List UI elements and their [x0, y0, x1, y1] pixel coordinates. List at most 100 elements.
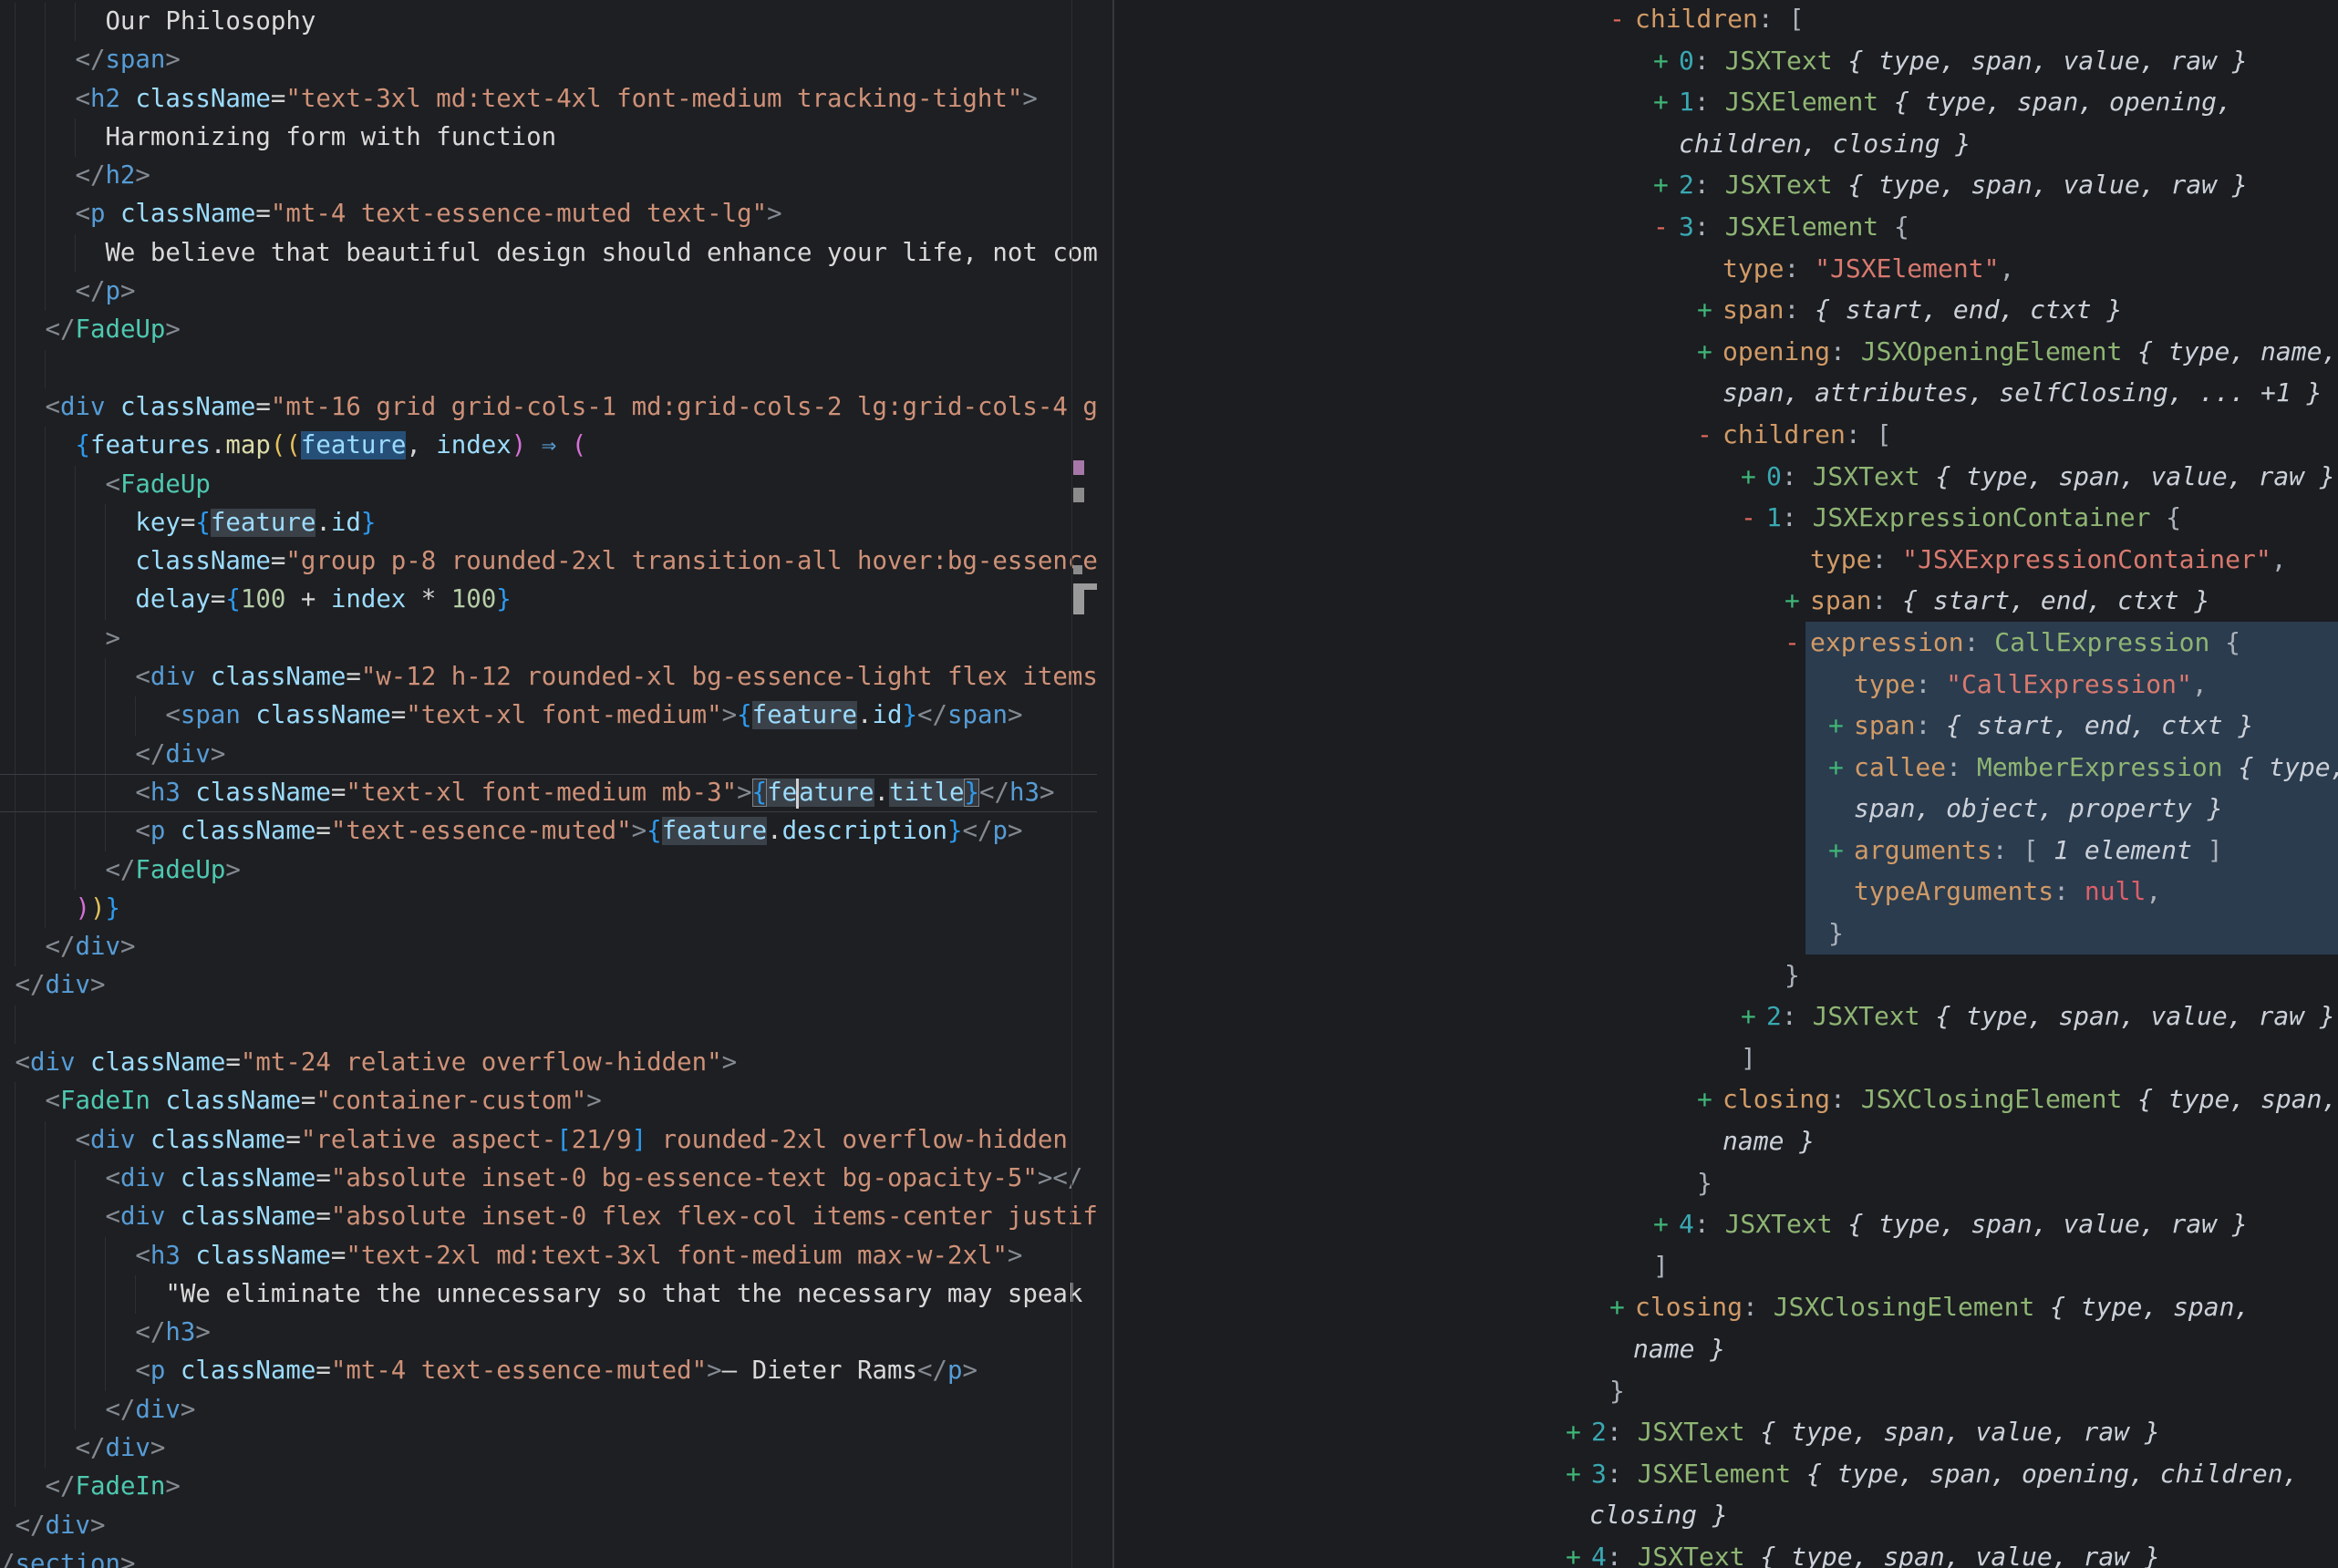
code-line[interactable]: <p className="mt-4 text-essence-muted">—… [0, 1352, 1097, 1390]
code-line[interactable]: </div> [0, 1391, 1097, 1429]
collapse-marker-icon[interactable]: - [1785, 622, 1810, 664]
ast-line[interactable]: +2: JSXText { type, span, value, raw } [1114, 164, 2338, 206]
expand-marker-icon[interactable]: + [1653, 1203, 1679, 1245]
code-line[interactable]: </div> [0, 966, 1097, 1005]
ast-line[interactable]: +arguments: [ 1 element ] [1114, 830, 2338, 872]
expand-marker-icon[interactable]: + [1697, 1078, 1722, 1120]
ast-line[interactable]: +1: JSXElement { type, span, opening, [1114, 81, 2338, 123]
ast-line[interactable]: type: "JSXElement", [1114, 248, 2338, 290]
ast-line[interactable]: type: "JSXExpressionContainer", [1114, 539, 2338, 581]
ast-line[interactable]: +0: JSXText { type, span, value, raw } [1114, 456, 2338, 498]
ast-line[interactable]: ] [1114, 1245, 2338, 1287]
ast-line[interactable]: -expression: CallExpression { [1114, 622, 2338, 664]
code-line[interactable]: <FadeIn className="container-custom"> [0, 1082, 1097, 1120]
code-line[interactable]: <div className="mt-16 grid grid-cols-1 m… [0, 388, 1097, 427]
ast-line[interactable]: +closing: JSXClosingElement { type, span… [1114, 1078, 2338, 1120]
ast-line[interactable]: +span: { start, end, ctxt } [1114, 289, 2338, 331]
code-line[interactable]: <div className="relative aspect-[21/9] r… [0, 1121, 1097, 1160]
ast-line[interactable]: } [1114, 1162, 2338, 1204]
code-line[interactable]: <div className="absolute inset-0 bg-esse… [0, 1160, 1097, 1198]
code-line[interactable]: "We eliminate the unnecessary so that th… [0, 1275, 1097, 1314]
ast-line[interactable]: } [1114, 1370, 2338, 1412]
code-line[interactable]: We believe that beautiful design should … [0, 234, 1097, 273]
code-line[interactable]: </p> [0, 273, 1097, 311]
code-line[interactable]: delay={100 + index * 100} [0, 581, 1097, 619]
code-line[interactable]: </div> [0, 736, 1097, 774]
code-line[interactable]: Harmonizing form with function [0, 119, 1097, 157]
code-line[interactable]: </div> [0, 1429, 1097, 1468]
code-line[interactable]: <div className="absolute inset-0 flex fl… [0, 1198, 1097, 1236]
ast-line[interactable]: +span: { start, end, ctxt } [1114, 705, 2338, 747]
ast-line[interactable]: typeArguments: null, [1114, 871, 2338, 913]
code-line[interactable]: > [0, 620, 1097, 658]
ast-line[interactable]: type: "CallExpression", [1114, 664, 2338, 706]
collapse-marker-icon[interactable]: - [1741, 497, 1766, 539]
ast-line[interactable]: +2: JSXText { type, span, value, raw } [1114, 995, 2338, 1037]
expand-marker-icon[interactable]: + [1741, 456, 1766, 498]
expand-marker-icon[interactable]: + [1653, 164, 1679, 206]
code-line[interactable]: </div> [0, 1507, 1097, 1545]
ast-line[interactable]: } [1114, 913, 2338, 954]
code-line[interactable]: </h3> [0, 1314, 1097, 1352]
scrollbar[interactable] [1071, 0, 1072, 1568]
ast-explorer-pane[interactable]: -children: [+0: JSXText { type, span, va… [1114, 0, 2338, 1568]
ast-line[interactable]: span, attributes, selfClosing, ... +1 } [1114, 372, 2338, 414]
code-line[interactable]: key={feature.id} [0, 504, 1097, 542]
expand-marker-icon[interactable]: + [1828, 830, 1854, 872]
ast-line[interactable]: +4: JSXText { type, span, value, raw } [1114, 1536, 2338, 1568]
code-line[interactable]: <div className="w-12 h-12 rounded-xl bg-… [0, 658, 1097, 696]
expand-marker-icon[interactable]: + [1697, 331, 1722, 373]
code-line[interactable]: ))} [0, 890, 1097, 928]
code-line[interactable]: </FadeUp> [0, 851, 1097, 890]
expand-marker-icon[interactable]: + [1828, 747, 1854, 789]
ast-line[interactable]: +0: JSXText { type, span, value, raw } [1114, 40, 2338, 82]
code-line[interactable]: <p className="text-essence-muted">{featu… [0, 812, 1097, 851]
ast-line[interactable]: +callee: MemberExpression { type, [1114, 747, 2338, 789]
code-line[interactable]: <h3 className="text-2xl md:text-3xl font… [0, 1237, 1097, 1275]
ast-line[interactable]: -1: JSXExpressionContainer { [1114, 497, 2338, 539]
expand-marker-icon[interactable]: + [1828, 705, 1854, 747]
code-line[interactable] [0, 350, 1097, 388]
code-line[interactable]: <h2 className="text-3xl md:text-4xl font… [0, 80, 1097, 119]
ast-line[interactable]: +2: JSXText { type, span, value, raw } [1114, 1411, 2338, 1453]
code-line[interactable]: </FadeIn> [0, 1468, 1097, 1506]
ast-line[interactable]: closing } [1114, 1494, 2338, 1536]
ast-line[interactable]: } [1114, 954, 2338, 996]
ast-line[interactable]: +closing: JSXClosingElement { type, span… [1114, 1286, 2338, 1328]
code-line[interactable]: </span> [0, 41, 1097, 79]
code-editor-pane[interactable]: Our Philosophy </span> <h2 className="te… [0, 0, 1114, 1568]
expand-marker-icon[interactable]: + [1609, 1286, 1635, 1328]
ast-line[interactable]: +span: { start, end, ctxt } [1114, 580, 2338, 622]
code-line[interactable]: <p className="mt-4 text-essence-muted te… [0, 195, 1097, 233]
expand-marker-icon[interactable]: + [1785, 580, 1810, 622]
code-line[interactable]: </div> [0, 928, 1097, 966]
collapse-marker-icon[interactable]: - [1653, 206, 1679, 248]
ast-line[interactable]: -children: [ [1114, 414, 2338, 456]
expand-marker-icon[interactable]: + [1566, 1453, 1591, 1495]
code-line[interactable] [0, 1006, 1097, 1044]
ast-line[interactable]: +opening: JSXOpeningElement { type, name… [1114, 331, 2338, 373]
expand-marker-icon[interactable]: + [1697, 289, 1722, 331]
expand-marker-icon[interactable]: + [1653, 40, 1679, 82]
expand-marker-icon[interactable]: + [1566, 1411, 1591, 1453]
code-line[interactable]: {features.map((feature, index) ⇒ ( [0, 427, 1097, 465]
ast-line[interactable]: -3: JSXElement { [1114, 206, 2338, 248]
code-line[interactable]: <FadeUp [0, 466, 1097, 504]
expand-marker-icon[interactable]: + [1741, 995, 1766, 1037]
code-line[interactable]: </h2> [0, 157, 1097, 195]
code-line[interactable]: </FadeUp> [0, 311, 1097, 349]
ast-line[interactable]: span, object, property } [1114, 788, 2338, 830]
code-line[interactable]: <h3 className="text-xl font-medium mb-3"… [0, 774, 1097, 812]
code-line[interactable]: <div className="mt-24 relative overflow-… [0, 1044, 1097, 1082]
code-line[interactable]: /section> [0, 1545, 1097, 1568]
collapse-marker-icon[interactable]: - [1697, 414, 1722, 456]
code-line[interactable]: Our Philosophy [0, 3, 1097, 41]
ast-line[interactable]: +4: JSXText { type, span, value, raw } [1114, 1203, 2338, 1245]
code-line[interactable]: <span className="text-xl font-medium">{f… [0, 696, 1097, 735]
ast-line[interactable]: name } [1114, 1120, 2338, 1162]
ast-line[interactable]: ] [1114, 1037, 2338, 1079]
collapse-marker-icon[interactable]: - [1609, 0, 1635, 40]
ast-line[interactable]: children, closing } [1114, 123, 2338, 165]
ast-line[interactable]: +3: JSXElement { type, span, opening, ch… [1114, 1453, 2338, 1495]
ast-line[interactable]: name } [1114, 1328, 2338, 1370]
